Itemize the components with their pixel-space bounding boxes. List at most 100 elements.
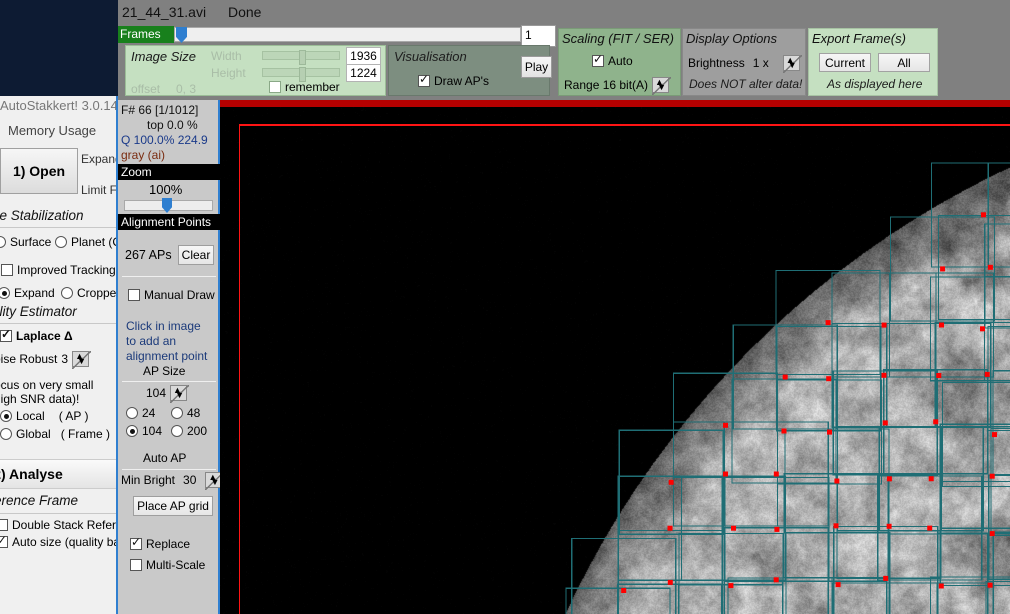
- radio-surface-icon: [0, 236, 6, 248]
- divider: [0, 513, 116, 514]
- ap-size-stepper[interactable]: 104 ▲ ▼: [146, 385, 190, 403]
- offset-value: 0, 3: [176, 82, 197, 96]
- double-stack-label: Double Stack Referen: [12, 518, 118, 532]
- checkbox-replace[interactable]: Replace: [130, 535, 191, 551]
- frame-viewer-window: 21_44_31.avi Done Frames 1 Image Size Wi…: [118, 0, 1010, 614]
- auto-size-checkbox-icon: [0, 533, 8, 548]
- brightness-spinner-icon[interactable]: ▲ ▼: [782, 55, 802, 73]
- play-button[interactable]: Play: [521, 56, 552, 78]
- ap-size-spinner-icon[interactable]: ▲ ▼: [170, 385, 190, 403]
- range-stepper[interactable]: Range 16 bit(A) ▲ ▼: [564, 77, 672, 95]
- auto-size-label: Auto size (quality bas: [12, 535, 118, 549]
- radio-global-label: Global: [16, 427, 51, 441]
- export-frames-note: As displayed here: [827, 77, 923, 91]
- double-stack-checkbox-icon: [0, 519, 8, 531]
- app-title: AutoStakkert! 3.0.14: [0, 98, 118, 113]
- export-all-button[interactable]: All: [878, 53, 930, 72]
- brightness-stepper[interactable]: Brightness 1 x ▲ ▼: [688, 55, 802, 73]
- visualisation-title: Visualisation: [394, 49, 467, 64]
- radio-ap-size-200[interactable]: 200: [171, 424, 207, 438]
- width-value[interactable]: 1936: [346, 47, 381, 65]
- height-value[interactable]: 1224: [346, 64, 381, 82]
- radio-ap-size-48[interactable]: 48: [171, 406, 200, 420]
- analyse-button[interactable]: 2) Analyse: [0, 459, 116, 489]
- auto-scaling-label: Auto: [608, 54, 633, 68]
- radio-surface[interactable]: Surface: [0, 235, 51, 249]
- status-done: Done: [228, 4, 262, 20]
- divider: [122, 469, 216, 470]
- quality-estimator-title: ality Estimator: [0, 304, 77, 319]
- alignment-points-sidebar: F# 66 [1/1012] top 0.0 % Q 100.0% 224.9 …: [118, 100, 225, 614]
- height-slider[interactable]: [262, 67, 340, 82]
- auto-scaling-checkbox-icon: [592, 52, 604, 67]
- radio-global-suffix: ( Frame ): [60, 427, 111, 441]
- scaling-title: Scaling (FIT / SER): [562, 31, 674, 46]
- radio-planet-label: Planet (CO: [71, 235, 116, 249]
- draw-aps-checkbox-icon: [418, 72, 430, 87]
- image-stabilization-title: ge Stabilization: [0, 208, 84, 223]
- radio-cropped-label: Cropped: [77, 286, 117, 300]
- ap-size-header: AP Size: [143, 364, 186, 378]
- checkbox-multi-scale[interactable]: Multi-Scale: [130, 558, 205, 572]
- noise-robust-label: oise Robust: [0, 352, 58, 366]
- radio-local-suffix: ( AP ): [58, 409, 89, 423]
- checkbox-laplace[interactable]: Laplace Δ: [0, 327, 73, 343]
- frames-label: Frames: [118, 26, 174, 43]
- image-canvas[interactable]: [220, 100, 1010, 614]
- frame-info: F# 66 [1/1012]: [121, 103, 199, 117]
- replace-label: Replace: [146, 537, 191, 551]
- noise-robust-stepper[interactable]: oise Robust 3 ▲ ▼: [0, 351, 92, 369]
- radio-expand[interactable]: Expand: [0, 286, 55, 300]
- radio-local-label: Local: [16, 409, 45, 423]
- radio-global[interactable]: Global ( Frame ): [0, 427, 110, 441]
- radio-ap-size-104[interactable]: 104: [126, 424, 162, 438]
- frame-number-input[interactable]: 1: [521, 25, 556, 47]
- color-mode: gray (ai): [121, 148, 166, 162]
- radio-cropped[interactable]: Cropped: [61, 286, 117, 300]
- checkbox-manual-draw[interactable]: Manual Draw: [128, 288, 215, 302]
- improved-tracking-checkbox-icon: [1, 264, 13, 276]
- min-bright-stepper[interactable]: Min Bright 30 ▲ ▼: [121, 472, 225, 490]
- radio-planet[interactable]: Planet (CO: [55, 235, 116, 249]
- frames-slider-track[interactable]: [174, 27, 521, 42]
- checkbox-auto-scaling[interactable]: Auto: [592, 52, 633, 68]
- radio-ap-size-24[interactable]: 24: [126, 406, 155, 420]
- radio-ap-48-icon: [171, 407, 183, 419]
- divider: [0, 227, 116, 228]
- radio-ap-104-icon: [126, 425, 138, 437]
- checkbox-improved-tracking[interactable]: Improved Tracking: [1, 263, 116, 277]
- width-slider[interactable]: [262, 50, 340, 65]
- ap-hint-line2: to add an: [126, 334, 177, 348]
- expand-label: Expand: [81, 152, 118, 166]
- radio-ap-48-label: 48: [187, 406, 201, 420]
- limit-frames-label: Limit Fra: [81, 183, 117, 197]
- image-frame-border: [239, 124, 1010, 614]
- divider: [0, 323, 116, 324]
- radio-local-icon: [0, 410, 12, 422]
- laplace-checkbox-icon: [0, 327, 12, 342]
- min-bright-label: Min Bright: [121, 473, 176, 487]
- export-frames-title: Export Frame(s): [812, 31, 906, 46]
- export-current-button[interactable]: Current: [819, 53, 871, 72]
- image-size-panel: Image Size Width Height 1936 1224 offset…: [125, 45, 386, 96]
- open-button[interactable]: 1) Open: [0, 148, 78, 194]
- radio-expand-icon: [0, 287, 10, 299]
- checkbox-auto-size[interactable]: Auto size (quality bas: [0, 533, 118, 549]
- noise-robust-spinner-icon[interactable]: ▲ ▼: [72, 351, 92, 369]
- clear-aps-button[interactable]: Clear: [178, 245, 214, 265]
- ap-hint-line1: Click in image: [126, 319, 201, 333]
- display-options-panel: Display Options Brightness 1 x ▲ ▼ Does N…: [682, 28, 806, 96]
- zoom-header: Zoom: [118, 164, 220, 180]
- radio-local[interactable]: Local ( AP ): [0, 409, 88, 423]
- range-spinner-icon[interactable]: ▲ ▼: [652, 77, 672, 95]
- draw-aps-label: Draw AP's: [434, 74, 489, 88]
- radio-ap-200-icon: [171, 425, 183, 437]
- replace-checkbox-icon: [130, 535, 142, 550]
- checkbox-remember[interactable]: remember: [269, 80, 340, 94]
- divider: [122, 276, 216, 277]
- place-ap-grid-button[interactable]: Place AP grid: [133, 496, 213, 516]
- brightness-label: Brightness: [688, 56, 745, 70]
- checkbox-draw-aps[interactable]: Draw AP's: [418, 72, 489, 88]
- radio-expand-label: Expand: [14, 286, 55, 300]
- checkbox-double-stack-reference[interactable]: Double Stack Referen: [0, 518, 118, 532]
